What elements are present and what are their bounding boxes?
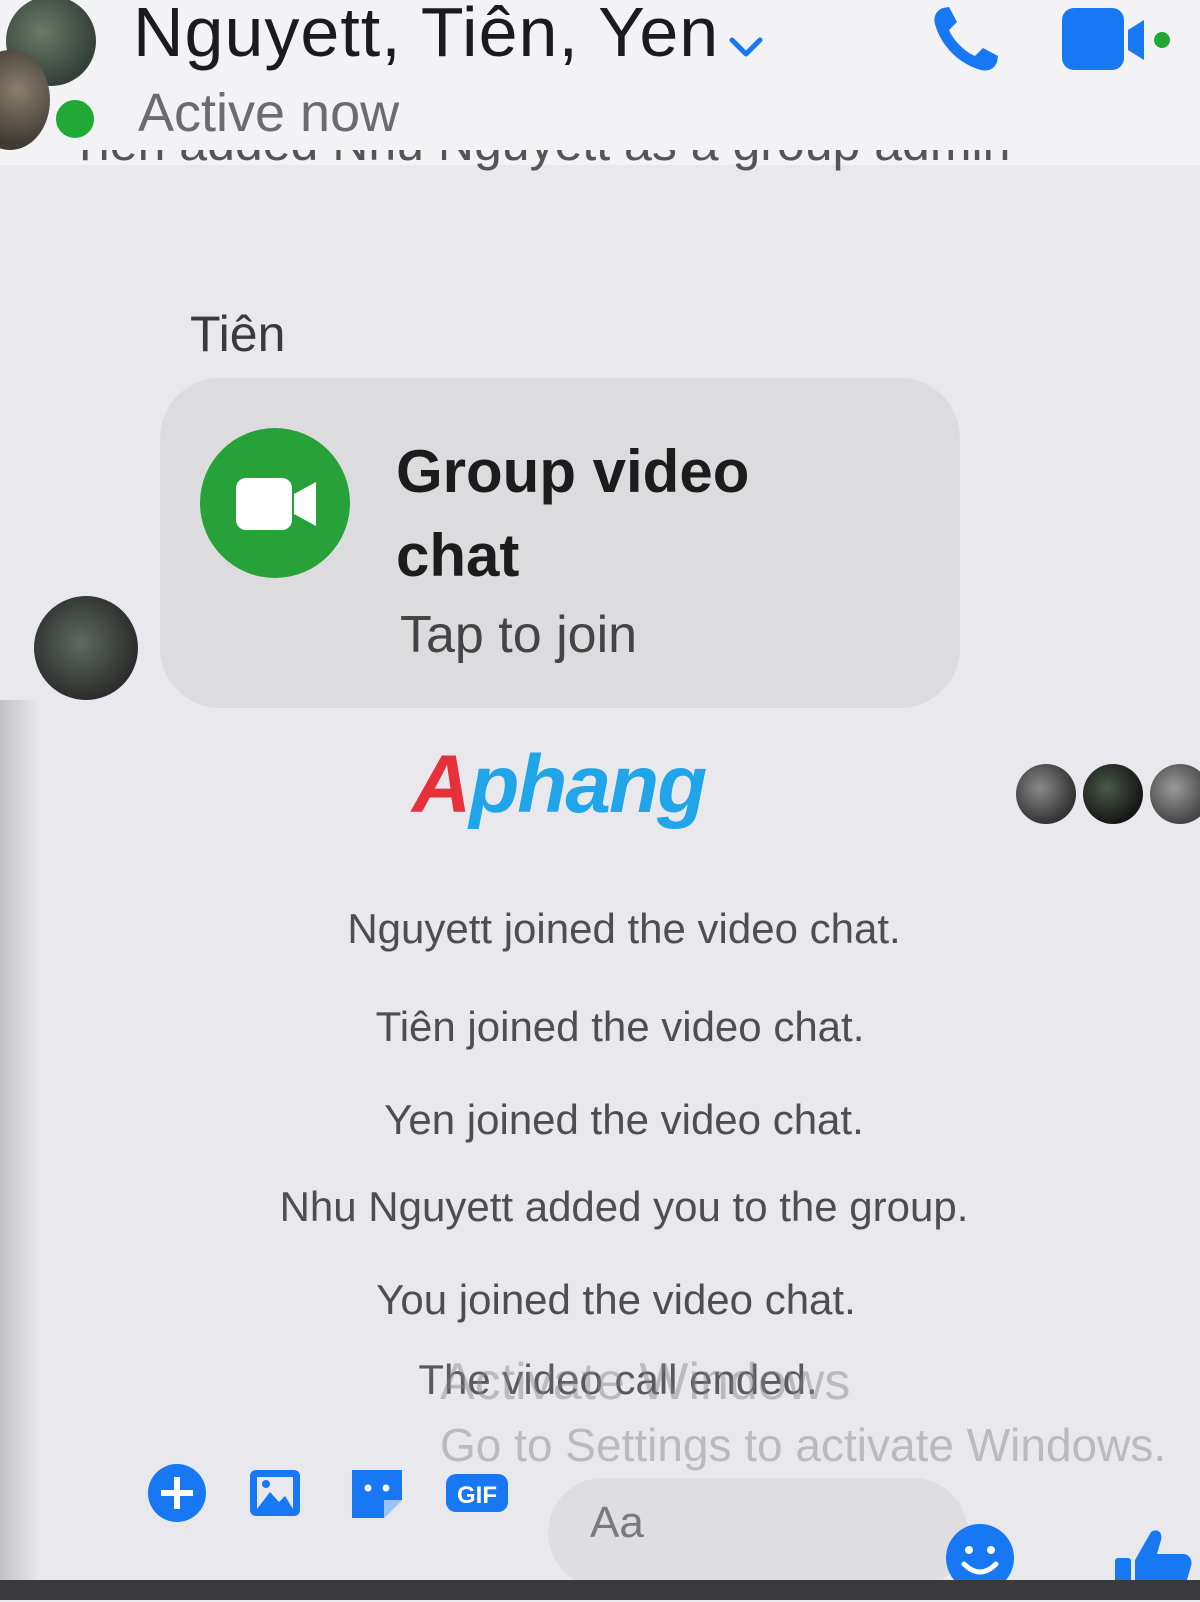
event-message: Nguyett joined the video chat.: [347, 905, 901, 952]
chevron-down-icon[interactable]: [722, 22, 770, 70]
watermark-logo: Aphang: [412, 739, 707, 830]
read-receipt-avatar: [1150, 764, 1200, 824]
read-receipt-avatar: [1016, 764, 1076, 824]
call-title: Group video chat: [396, 438, 750, 589]
video-camera-icon[interactable]: [1058, 0, 1178, 80]
message-input-placeholder: Aa: [590, 1498, 644, 1547]
event-message: Yen joined the video chat.: [384, 1096, 864, 1143]
event-message: You joined the video chat.: [376, 1276, 856, 1323]
monitor-bezel: [0, 1580, 1200, 1600]
conversation-header: Nguyett, Tiên, Yen Active now Tiên added…: [0, 0, 1200, 171]
phone-icon[interactable]: [925, 0, 1005, 80]
gif-icon[interactable]: GIF: [444, 1462, 510, 1524]
read-receipt-avatar: [1083, 764, 1143, 824]
online-indicator: [52, 96, 98, 142]
sender-name: Tiên: [190, 306, 286, 362]
call-subtitle[interactable]: Tap to join: [400, 605, 637, 665]
avatar[interactable]: [34, 596, 138, 700]
conversation-title[interactable]: Nguyett, Tiên, Yen: [133, 0, 719, 72]
plus-icon[interactable]: [146, 1462, 208, 1524]
photo-icon[interactable]: [244, 1462, 306, 1524]
event-message: Tiên joined the video chat.: [375, 1003, 865, 1050]
video-camera-icon: [236, 478, 316, 530]
event-message: Nhu Nguyett added you to the group.: [279, 1183, 969, 1230]
sticker-icon[interactable]: [346, 1462, 408, 1524]
svg-text:GIF: GIF: [457, 1482, 497, 1509]
active-status: Active now: [138, 83, 400, 143]
group-avatar[interactable]: [0, 0, 110, 150]
clipped-notice: Tiên added Nhu Nguyett as a group admin: [70, 150, 1170, 176]
